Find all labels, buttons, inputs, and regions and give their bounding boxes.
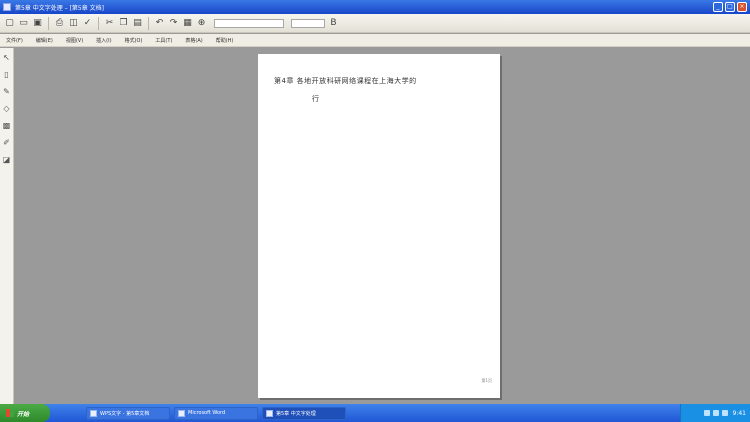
window-controls: _ □ × (713, 2, 747, 12)
title-bar: 第5章 中文字处理 – [第5章 文档] _ □ × (0, 0, 750, 14)
task-button-current[interactable]: 第5章 中文字处理 (262, 406, 346, 420)
left-toolbar: ↖ ▯ ✎ ◇ ▩ ✐ ◪ (0, 48, 14, 404)
menu-bar: 文件(F) 编辑(E) 视图(V) 插入(I) 格式(O) 工具(T) 表格(A… (0, 34, 750, 47)
menu-view[interactable]: 视图(V) (66, 37, 83, 44)
taskbar: 开始 WPS文字 - 第5章文档 Microsoft Word 第5章 中文字处… (0, 404, 750, 422)
zoom-icon[interactable]: ⊕ (196, 18, 207, 29)
menu-help[interactable]: 帮助(H) (216, 37, 234, 44)
start-button[interactable]: 开始 (0, 404, 50, 422)
menu-format[interactable]: 格式(O) (125, 37, 143, 44)
start-label: 开始 (17, 410, 30, 418)
volume-icon[interactable] (712, 410, 719, 416)
undo-icon[interactable]: ↶ (154, 18, 165, 29)
document-app-icon (266, 409, 273, 417)
document-page[interactable]: 第4章 各地开放科研网络课程在上海大学的 行 第1页 (258, 54, 500, 398)
document-heading-continued: 行 (312, 95, 319, 103)
close-button[interactable]: × (737, 2, 747, 12)
menu-table[interactable]: 表格(A) (185, 37, 202, 44)
font-name-combo[interactable] (214, 18, 284, 28)
maximize-button[interactable]: □ (725, 2, 735, 12)
toolbar-separator (98, 16, 99, 30)
table-icon[interactable]: ▦ (182, 18, 193, 29)
eraser-icon[interactable]: ◪ (2, 154, 11, 165)
windows-logo-icon (6, 409, 14, 417)
document-workspace[interactable]: 第4章 各地开放科研网络课程在上海大学的 行 第1页 (15, 48, 750, 404)
task-buttons: WPS文字 - 第5章文档 Microsoft Word 第5章 中文字处理 (86, 406, 346, 420)
spell-icon[interactable]: ✓ (82, 18, 93, 29)
toolbar-separator (148, 16, 149, 30)
task-button-wps[interactable]: WPS文字 - 第5章文档 (86, 406, 170, 420)
shape-icon[interactable]: ◇ (2, 103, 11, 114)
system-tray: 9:41 (680, 404, 750, 422)
word-app-icon (178, 409, 185, 417)
new-doc-icon[interactable]: ▢ (4, 18, 15, 29)
image-icon[interactable]: ▩ (2, 120, 11, 131)
document-heading: 第4章 各地开放科研网络课程在上海大学的 (274, 77, 417, 85)
task-label: Microsoft Word (188, 410, 226, 416)
task-button-word[interactable]: Microsoft Word (174, 406, 258, 420)
app-icon (3, 3, 11, 11)
print-icon[interactable]: ⎙ (54, 18, 65, 29)
document-icon[interactable]: ▯ (2, 69, 11, 80)
open-icon[interactable]: ▭ (18, 18, 29, 29)
window-title: 第5章 中文字处理 – [第5章 文档] (15, 4, 104, 12)
pen-icon[interactable]: ✎ (2, 86, 11, 97)
menu-edit[interactable]: 编辑(E) (36, 37, 53, 44)
save-icon[interactable]: ▣ (32, 18, 43, 29)
ime-icon[interactable] (721, 410, 728, 416)
highlight-icon[interactable]: ✐ (2, 137, 11, 148)
copy-icon[interactable]: ❐ (118, 18, 129, 29)
menu-file[interactable]: 文件(F) (6, 37, 23, 44)
cut-icon[interactable]: ✂ (104, 18, 115, 29)
task-label: 第5章 中文字处理 (276, 410, 316, 417)
clock[interactable]: 9:41 (733, 410, 746, 417)
toolbar-separator (48, 16, 49, 30)
page-number: 第1页 (481, 378, 492, 383)
menu-tools[interactable]: 工具(T) (155, 37, 172, 44)
redo-icon[interactable]: ↷ (168, 18, 179, 29)
bold-icon[interactable]: B (328, 18, 339, 29)
font-size-combo[interactable] (291, 18, 325, 28)
standard-toolbar: ▢ ▭ ▣ ⎙ ◫ ✓ ✂ ❐ ▤ ↶ ↷ ▦ ⊕ B (0, 14, 750, 33)
preview-icon[interactable]: ◫ (68, 18, 79, 29)
wps-app-icon (90, 409, 97, 417)
select-icon[interactable]: ↖ (2, 52, 11, 63)
task-label: WPS文字 - 第5章文档 (100, 410, 150, 417)
menu-insert[interactable]: 插入(I) (96, 37, 111, 44)
network-icon[interactable] (703, 410, 710, 416)
paste-icon[interactable]: ▤ (132, 18, 143, 29)
minimize-button[interactable]: _ (713, 2, 723, 12)
